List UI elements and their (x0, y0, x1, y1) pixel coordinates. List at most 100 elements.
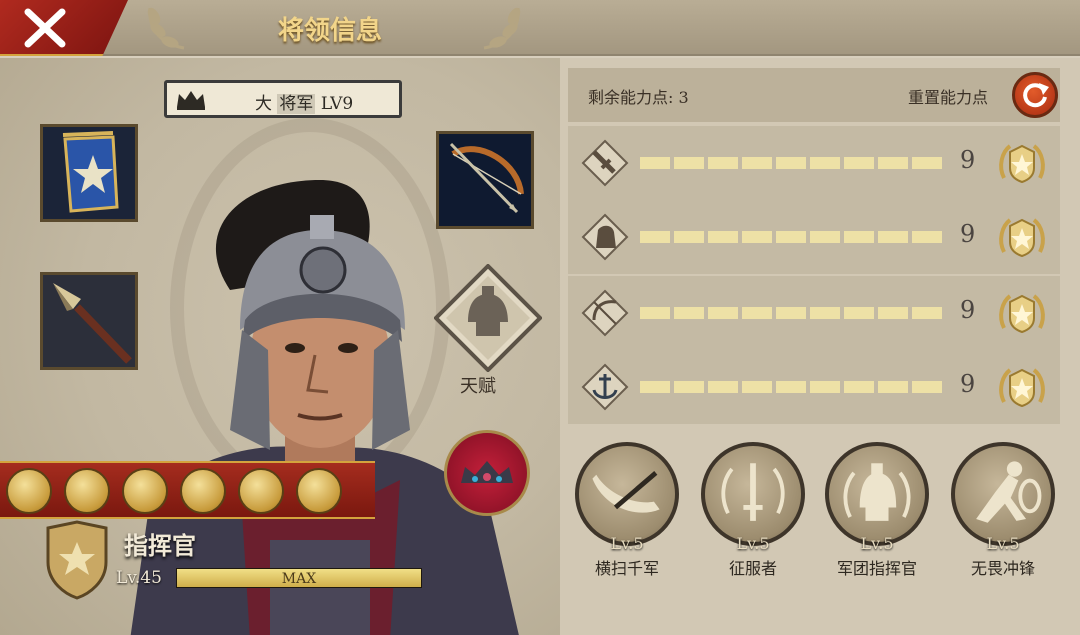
attribute-segment (708, 381, 738, 393)
anchor-icon (581, 363, 629, 411)
ability-name: 横扫千军 (594, 559, 659, 578)
sword-icon (581, 139, 629, 187)
crown-badge[interactable] (444, 430, 530, 516)
ability-name: 征服者 (728, 559, 777, 578)
attribute-segment (640, 381, 670, 393)
skill-5-icon[interactable] (238, 468, 284, 514)
attribute-value: 9 (960, 220, 976, 248)
skill-3-icon[interactable] (122, 468, 168, 514)
reset-points-label: 重置能力点 (908, 88, 989, 107)
xp-bar: MAX (176, 568, 422, 588)
jeweled-crown-icon (461, 461, 513, 483)
ability-card[interactable]: Lv.5 征服者 (698, 442, 808, 579)
general-portrait-panel: 大 将军 LV9 天赋 指挥官 Lv.45 MAX (0, 58, 560, 635)
attribute-segment (844, 231, 874, 243)
attribute-progress-bar (640, 307, 946, 319)
attribute-row: 9 (568, 126, 1060, 200)
attribute-segment (742, 381, 772, 393)
attribute-segment (776, 381, 806, 393)
attribute-segment (912, 231, 942, 243)
attribute-segment (776, 307, 806, 319)
attribute-segment (742, 231, 772, 243)
commander-title: 指挥官 (124, 531, 196, 560)
attribute-segment (742, 307, 772, 319)
ability-medal[interactable] (701, 442, 805, 546)
attribute-progress-bar (640, 157, 946, 169)
attribute-segment (742, 157, 772, 169)
ability-level: Lv.5 (610, 534, 644, 553)
attribute-segment (844, 307, 874, 319)
ability-level: Lv.5 (986, 534, 1020, 553)
remaining-points: 剩余能力点: 3 (588, 88, 689, 107)
attribute-segment (640, 307, 670, 319)
charging-soldier-icon (976, 461, 1042, 523)
attribute-segment (708, 307, 738, 319)
attribute-segment (878, 307, 908, 319)
attribute-row: 9 (568, 350, 1060, 424)
attribute-row: 9 (568, 276, 1060, 350)
attribute-segment (912, 157, 942, 169)
ability-level: Lv.5 (736, 534, 770, 553)
ability-medal[interactable] (825, 442, 929, 546)
attribute-segment (810, 381, 840, 393)
page-title: 将领信息 (277, 16, 382, 46)
upgrade-star-icon[interactable] (996, 212, 1048, 264)
ability-card[interactable]: Lv.5 军团指挥官 (822, 442, 932, 579)
attributes-panel: 剩余能力点: 3 重置能力点 9 9 9 9 Lv.5 横扫千军 Lv.5 征服者 Lv.5 军… (560, 58, 1080, 635)
upgrade-star-icon[interactable] (996, 362, 1048, 414)
laurel-right-icon (483, 7, 521, 50)
commander-level: Lv.45 (116, 568, 162, 588)
attribute-segment (708, 157, 738, 169)
attribute-segment (708, 231, 738, 243)
skill-6-icon[interactable] (296, 468, 342, 514)
ability-medal[interactable] (575, 442, 679, 546)
attribute-segment (844, 157, 874, 169)
helmet-laurel-icon (843, 463, 911, 521)
attribute-segment (878, 231, 908, 243)
ability-name: 军团指挥官 (836, 559, 917, 578)
attribute-segment (878, 381, 908, 393)
rank-title: 大 将军 LV9 (255, 94, 354, 114)
rank-plate: 大 将军 LV9 (164, 80, 402, 118)
attribute-progress-bar (640, 381, 946, 393)
attribute-segment (640, 231, 670, 243)
attribute-segment (674, 307, 704, 319)
skill-2-icon[interactable] (64, 468, 110, 514)
slash-icon (592, 471, 660, 513)
ability-card[interactable]: Lv.5 横扫千军 (572, 442, 682, 579)
upgrade-star-icon[interactable] (996, 288, 1048, 340)
attribute-segment (912, 307, 942, 319)
skill-4-icon[interactable] (180, 468, 226, 514)
laurel-sword-icon (721, 463, 785, 521)
attribute-segment (878, 157, 908, 169)
ability-name: 无畏冲锋 (970, 559, 1035, 578)
attribute-segment (844, 381, 874, 393)
header-bar: 将领信息 (0, 0, 1080, 56)
attribute-row: 9 (568, 200, 1060, 274)
attribute-segment (810, 231, 840, 243)
attribute-segment (640, 157, 670, 169)
ability-card[interactable]: Lv.5 无畏冲锋 (948, 442, 1058, 579)
commander-shield-icon (46, 520, 108, 600)
skill-1-icon[interactable] (6, 468, 52, 514)
crown-icon (177, 91, 205, 110)
attribute-segment (912, 381, 942, 393)
reset-points-button[interactable] (1012, 72, 1058, 118)
attribute-segment (810, 157, 840, 169)
ability-points-bar: 剩余能力点: 3 重置能力点 (568, 68, 1060, 122)
attribute-segment (674, 231, 704, 243)
attribute-segment (674, 157, 704, 169)
attribute-segment (776, 231, 806, 243)
refresh-icon (1023, 83, 1049, 108)
attribute-value: 9 (960, 296, 976, 324)
attribute-progress-bar (640, 231, 946, 243)
attribute-segment (776, 157, 806, 169)
skill-strip (0, 461, 375, 519)
attribute-value: 9 (960, 370, 976, 398)
attribute-value: 9 (960, 146, 976, 174)
talent-button[interactable] (434, 264, 542, 372)
ability-level: Lv.5 (860, 534, 894, 553)
upgrade-star-icon[interactable] (996, 138, 1048, 190)
attribute-segment (810, 307, 840, 319)
ability-medal[interactable] (951, 442, 1055, 546)
